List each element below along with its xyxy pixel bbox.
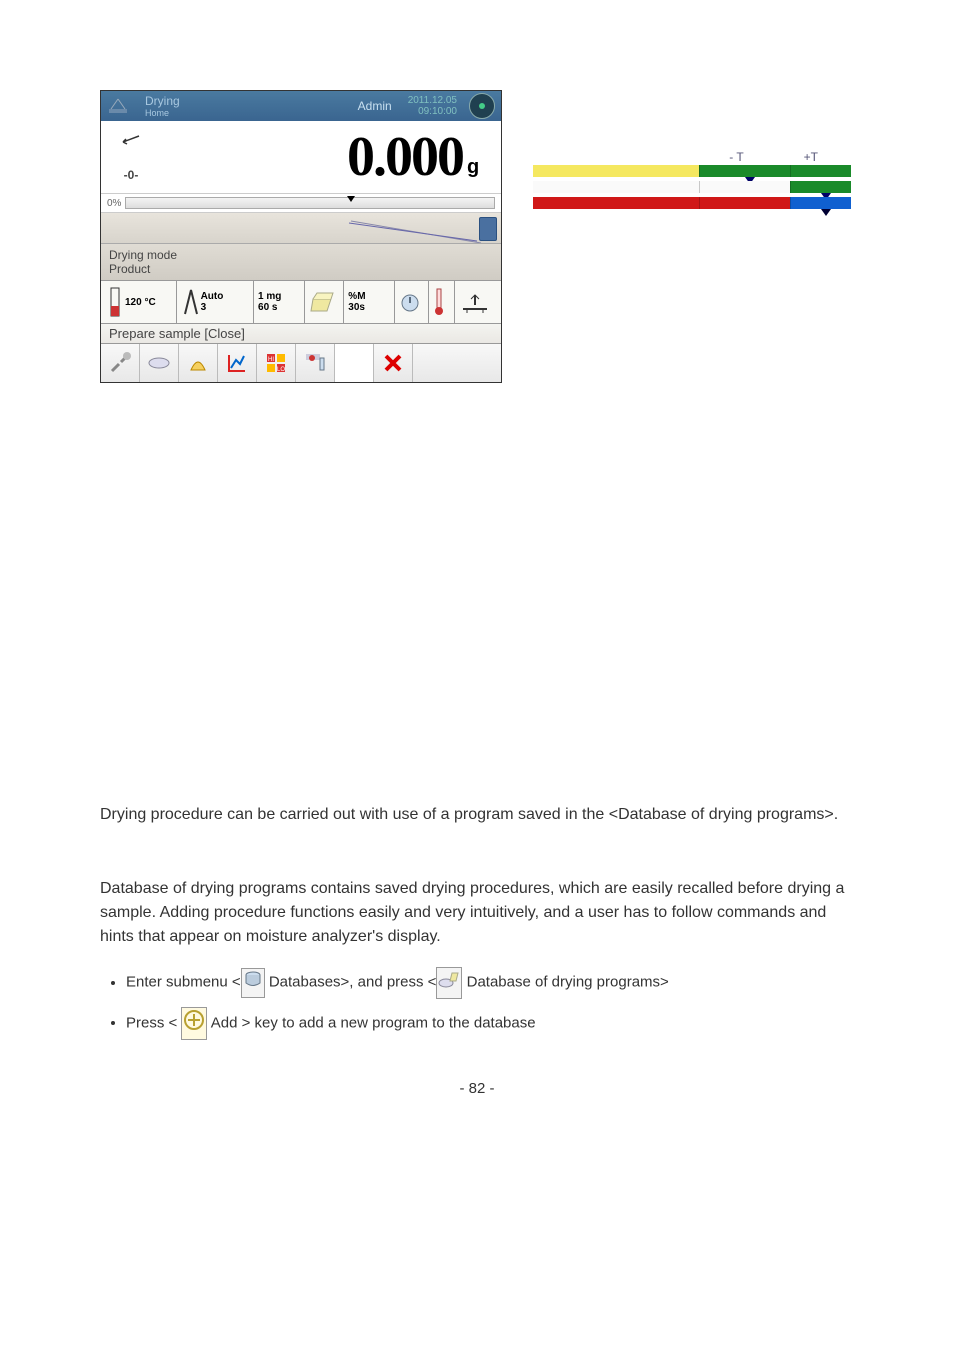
tare-row-3: [532, 196, 852, 210]
progress-bar: [125, 197, 495, 209]
paragraph-1: Drying procedure can be carried out with…: [100, 803, 854, 827]
readout-area: -0- 0.000 g: [101, 121, 501, 194]
param-thermometer-icon[interactable]: [429, 281, 454, 323]
date-label: 2011.12.05: [408, 95, 457, 106]
svg-text:HI: HI: [268, 357, 274, 363]
paragraph-2: Database of drying programs contains sav…: [100, 877, 854, 949]
user-label: Admin: [348, 99, 402, 113]
tare-row-1: [532, 164, 852, 178]
mode-name: Drying: [145, 94, 180, 108]
param-interval[interactable]: %M 30s: [344, 281, 395, 323]
param-print-icon[interactable]: [305, 281, 344, 323]
zero-marker: -0-: [124, 168, 139, 182]
bullet-2: Press < Add > key to add a new program t…: [126, 1007, 854, 1041]
time-label: 09:10:00: [408, 106, 457, 117]
scale-icon: [101, 91, 135, 121]
tare-row-2: [532, 180, 852, 194]
graph-button[interactable]: [218, 344, 257, 382]
level-icon: [121, 132, 141, 146]
close-button[interactable]: [374, 344, 413, 382]
grid-hi-lo-button[interactable]: HILO: [257, 344, 296, 382]
info-labels: Drying mode Product: [101, 244, 501, 280]
titlebar: Drying Home Admin 2011.12.05 09:10:00: [101, 91, 501, 121]
chart-area: [101, 213, 501, 244]
device-screen: Drying Home Admin 2011.12.05 09:10:00 -0…: [100, 90, 502, 383]
param-timer-icon[interactable]: [395, 281, 429, 323]
drying-program-icon: [436, 967, 462, 999]
stop-drying-button[interactable]: [296, 344, 335, 382]
power-button[interactable]: [469, 93, 495, 119]
tools-button[interactable]: [101, 344, 140, 382]
line-drying-mode: Drying mode: [109, 248, 493, 262]
tare-plus-label: +T: [804, 150, 818, 164]
param-temp[interactable]: 120 °C: [101, 281, 177, 323]
param-finish[interactable]: 1 mg 60 s: [254, 281, 305, 323]
line-product: Product: [109, 262, 493, 276]
add-icon: [181, 1007, 207, 1041]
weight-unit: g: [467, 121, 501, 193]
tare-minus-label: - T: [729, 150, 743, 164]
param-pan-icon[interactable]: [454, 281, 501, 323]
toolbar: HILO: [101, 344, 501, 382]
sensor-icon: [479, 217, 497, 241]
progress-row: 0%: [101, 194, 501, 213]
breadcrumb: Home: [145, 108, 180, 118]
params-row: 120 °C Auto 3 1 mg 60 s: [101, 280, 501, 324]
dish-button[interactable]: [140, 344, 179, 382]
param-auto[interactable]: Auto 3: [177, 281, 254, 323]
page-number: - 82 -: [100, 1080, 854, 1097]
bullet-list: Enter submenu < Databases>, and press < …: [100, 967, 854, 1040]
blank-button: [335, 344, 374, 382]
tare-widget: - T +T: [532, 150, 852, 212]
drying-button[interactable]: [179, 344, 218, 382]
svg-text:LO: LO: [277, 367, 285, 373]
blank-button-2: [413, 344, 451, 382]
databases-icon: [241, 968, 265, 998]
prepare-label: Prepare sample [Close]: [101, 324, 501, 344]
bullet-1: Enter submenu < Databases>, and press < …: [126, 967, 854, 999]
weight-value: 0.000: [161, 121, 467, 193]
progress-pct: 0%: [107, 198, 121, 209]
